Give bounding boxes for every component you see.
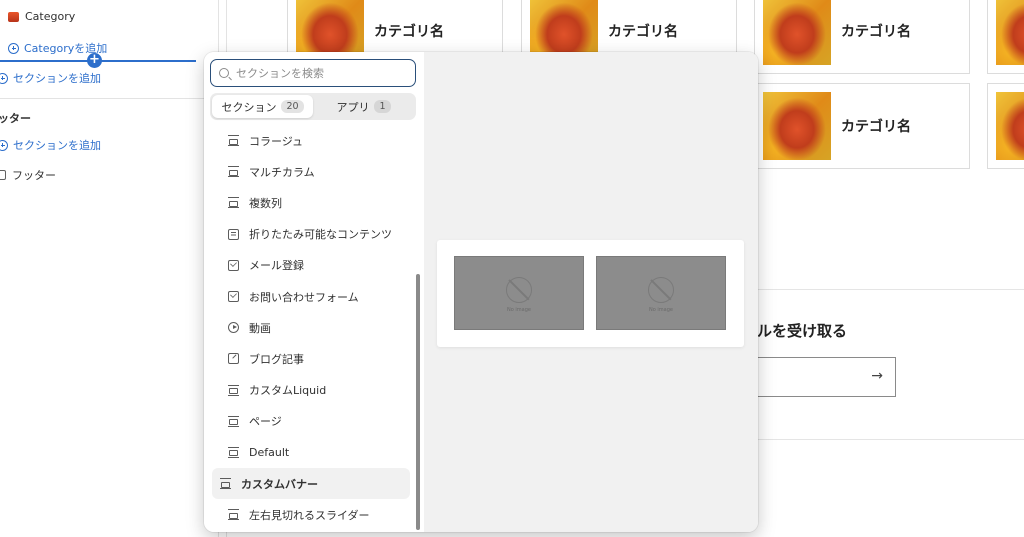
insert-section-plus-icon[interactable]: +: [87, 53, 102, 68]
section-list-item[interactable]: コラージュ: [212, 125, 410, 156]
section-list-item[interactable]: メール登録: [212, 250, 410, 281]
add-section-button[interactable]: セクションを追加: [0, 70, 101, 86]
plus-circle-icon: [0, 72, 8, 84]
sidebar-item-footer[interactable]: フッター: [0, 167, 56, 183]
section-list-item[interactable]: ブログ記事: [212, 343, 410, 374]
category-card-label: カテゴリ名: [374, 24, 444, 40]
footer-group-heading: ッター: [0, 112, 31, 125]
section-icon: [228, 415, 239, 427]
section-list-item[interactable]: 折りたたみ可能なコンテンツ: [212, 219, 410, 250]
section-icon: [228, 166, 239, 178]
section-list-item[interactable]: お問い合わせフォーム: [212, 281, 410, 312]
category-image-icon: [8, 11, 19, 22]
play-icon: [228, 322, 239, 334]
section-list-item[interactable]: ページ: [212, 406, 410, 437]
section-icon: [220, 478, 231, 490]
no-image-icon: [506, 277, 532, 303]
category-card-label: カテゴリ名: [841, 24, 911, 40]
placeholder-image-text: No image: [507, 307, 531, 313]
category-card[interactable]: [987, 0, 1024, 74]
placeholder-image: No image: [596, 256, 726, 330]
tab-apps-count: 1: [374, 100, 391, 113]
section-search-field[interactable]: [210, 59, 416, 87]
section-icon: [228, 509, 239, 521]
plus-circle-icon: [0, 139, 8, 151]
category-card[interactable]: カテゴリ名: [754, 83, 970, 169]
section-list-item-label: 動画: [249, 321, 271, 335]
footer-add-section-button[interactable]: セクションを追加: [0, 137, 101, 153]
section-list-item[interactable]: Default: [212, 437, 410, 468]
sidebar-item-category[interactable]: Category: [8, 10, 75, 23]
footer-add-section-label: セクションを追加: [13, 139, 101, 152]
section-list-item-label: カスタムバナー: [241, 477, 318, 491]
tab-sections-count: 20: [281, 100, 304, 113]
section-icon: [228, 384, 239, 396]
section-picker-popover: セクション 20 アプリ 1 コラージュ マルチカラム 複数列 折りたたみ可能な…: [204, 52, 758, 532]
section-preview-card: No image No image: [437, 240, 744, 347]
section-list-item[interactable]: マルチカラム: [212, 156, 410, 187]
tab-sections-label: セクション: [221, 100, 277, 114]
arrow-right-icon[interactable]: →: [871, 368, 883, 384]
category-card-image: [996, 92, 1024, 160]
footer-layout-icon: [0, 170, 6, 180]
section-list-item-label: カスタムLiquid: [249, 384, 327, 398]
category-card-label: カテゴリ名: [608, 24, 678, 40]
section-picker-list-panel: セクション 20 アプリ 1 コラージュ マルチカラム 複数列 折りたたみ可能な…: [204, 52, 424, 532]
section-preview-panel: No image No image: [424, 52, 758, 532]
sidebar-item-footer-label: フッター: [12, 169, 56, 182]
search-icon: [219, 68, 229, 78]
document-icon: [228, 228, 239, 240]
section-search-input[interactable]: [236, 66, 396, 80]
section-list-item-label: 折りたたみ可能なコンテンツ: [249, 228, 392, 242]
section-list-item-label: お問い合わせフォーム: [249, 290, 359, 304]
app-root: Category Categoryを追加 + セクションを追加 ッター セクショ…: [0, 0, 1024, 537]
section-list-item-label: ブログ記事: [249, 352, 304, 366]
sidebar-divider: [0, 98, 219, 99]
section-list-item-label: マルチカラム: [249, 165, 315, 179]
section-list-item-label: メール登録: [249, 259, 304, 273]
section-list-item-label: コラージュ: [249, 134, 304, 148]
edit-icon: [228, 353, 239, 365]
section-icon: [228, 135, 239, 147]
section-picker-tabs: セクション 20 アプリ 1: [210, 93, 416, 120]
section-list-item[interactable]: 複数列: [212, 187, 410, 218]
newsletter-email-input[interactable]: →: [757, 357, 896, 397]
plus-circle-icon: [8, 42, 19, 54]
section-list-item-label: Default: [249, 445, 290, 459]
section-icon: [228, 197, 239, 209]
add-section-label: セクションを追加: [13, 72, 101, 85]
placeholder-image-text: No image: [649, 307, 673, 313]
category-card[interactable]: カテゴリ名: [754, 0, 970, 74]
tab-apps[interactable]: アプリ 1: [313, 95, 414, 118]
section-list-item-label: 複数列: [249, 196, 282, 210]
mail-icon: [228, 259, 239, 271]
category-card[interactable]: [987, 83, 1024, 169]
preview-divider: [757, 439, 1024, 440]
category-card-image: [763, 0, 831, 65]
section-list: コラージュ マルチカラム 複数列 折りたたみ可能なコンテンツ メール登録 お問い…: [204, 125, 416, 530]
category-card-image: [763, 92, 831, 160]
placeholder-image: No image: [454, 256, 584, 330]
section-list-item[interactable]: カスタムLiquid: [212, 375, 410, 406]
category-card-label: カテゴリ名: [841, 119, 911, 135]
preview-divider: [757, 289, 1024, 290]
section-list-item-label: ページ: [249, 415, 282, 429]
section-list-item-selected[interactable]: カスタムバナー: [212, 468, 410, 500]
tab-sections[interactable]: セクション 20: [212, 95, 313, 118]
section-icon: [228, 446, 239, 458]
no-image-icon: [648, 277, 674, 303]
section-list-item-label: 左右見切れるスライダー: [249, 508, 370, 522]
category-card-image: [996, 0, 1024, 65]
tab-apps-label: アプリ: [336, 100, 370, 114]
newsletter-heading: ルを受け取る: [757, 322, 848, 340]
section-list-item[interactable]: 動画: [212, 312, 410, 343]
sidebar-item-category-label: Category: [25, 10, 76, 23]
section-list-item[interactable]: 左右見切れるスライダー: [212, 499, 410, 530]
section-list-scrollbar[interactable]: [416, 274, 420, 530]
editor-sidebar: Category Categoryを追加 + セクションを追加 ッター セクショ…: [0, 0, 219, 537]
mail-icon: [228, 291, 239, 303]
